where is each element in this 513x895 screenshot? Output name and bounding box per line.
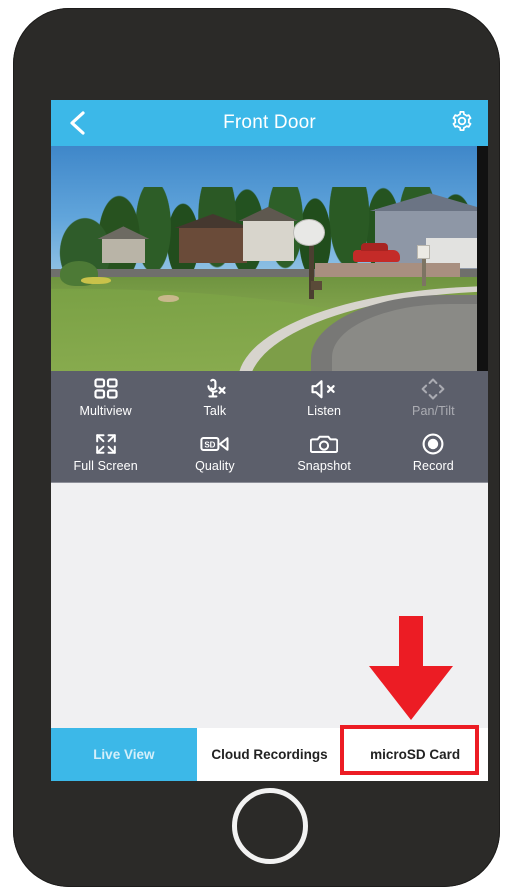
speaker-muted-icon [310,376,338,402]
tab-label: microSD Card [370,747,461,762]
control-label: Multiview [79,404,132,418]
small-sign [417,245,431,259]
gear-icon [451,110,473,137]
control-snapshot[interactable]: Snapshot [270,426,379,481]
control-listen[interactable]: Listen [270,371,379,426]
stop-sign-post [308,240,315,299]
lawn-rock [157,294,179,303]
flower-bed [80,276,111,285]
page-title: Front Door [223,112,316,133]
bottom-tab-bar: Live View Cloud Recordings microSD Card [51,728,488,781]
camera-snapshot-icon [310,431,339,457]
control-record[interactable]: Record [379,426,488,481]
camera-controls-panel: Multiview Talk Listen Pan/Tilt Full Scre… [51,371,488,482]
house-left [102,238,145,263]
live-video-feed[interactable] [51,146,477,371]
tab-label: Live View [93,747,155,762]
tab-label: Cloud Recordings [211,747,328,762]
fullscreen-expand-icon [93,431,119,457]
control-label: Record [412,459,454,473]
video-letterbox-bar [477,146,488,371]
app-header: Front Door [51,100,488,146]
controls-row-2: Full Screen SD Quality Snapshot Record [51,426,488,481]
control-label: Snapshot [297,459,351,473]
house-middle-two [242,220,294,261]
house-middle [178,227,247,263]
tab-cloud-recordings[interactable]: Cloud Recordings [196,728,343,781]
settings-button[interactable] [436,100,488,146]
mailbox [310,281,322,290]
phone-screen: Front Door Multiview Talk Listen Pan/Til… [51,100,488,781]
control-label: Full Screen [73,459,138,473]
control-talk[interactable]: Talk [160,371,269,426]
quality-badge-text: SD [204,440,215,449]
video-scene [51,146,477,371]
chevron-left-icon [68,110,86,136]
content-area [51,482,488,729]
tab-live-view[interactable]: Live View [51,728,197,781]
control-multiview[interactable]: Multiview [51,371,160,426]
control-label: Talk [203,404,227,418]
control-pan-tilt[interactable]: Pan/Tilt [379,371,488,426]
video-quality-sd-icon: SD [200,431,230,457]
control-label: Quality [195,459,235,473]
screenshot-stage: Front Door Multiview Talk Listen Pan/Til… [0,0,513,895]
tab-microsd-card[interactable]: microSD Card [342,728,488,781]
back-button[interactable] [51,100,103,146]
control-label: Pan/Tilt [412,404,455,418]
record-circle-icon [421,431,445,457]
small-sign-post [422,258,426,286]
red-suv [353,242,401,262]
control-full-screen[interactable]: Full Screen [51,426,160,481]
stop-sign-face [293,220,324,245]
controls-row-1: Multiview Talk Listen Pan/Tilt [51,371,488,426]
home-button-circle[interactable] [232,788,308,864]
control-quality[interactable]: SD Quality [160,426,269,481]
multiview-grid-icon [94,376,118,402]
driveway [315,263,460,277]
pan-tilt-arrows-icon [420,376,446,402]
phone-device-body: Front Door Multiview Talk Listen Pan/Til… [13,8,500,887]
control-label: Listen [307,404,342,418]
microphone-muted-icon [202,376,228,402]
